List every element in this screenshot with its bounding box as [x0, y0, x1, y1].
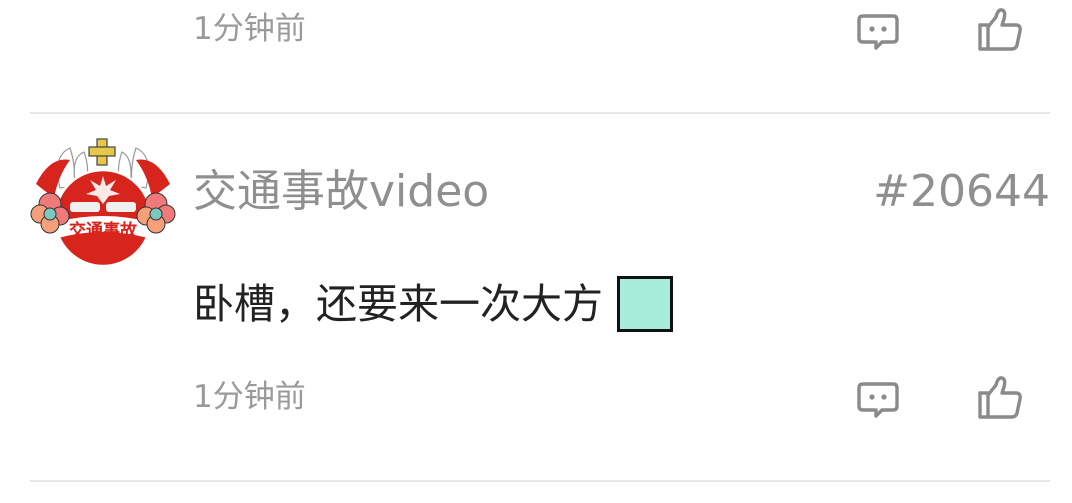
comment-time: 1分钟前	[193, 11, 306, 47]
reply-button[interactable]	[854, 375, 902, 423]
like-button[interactable]	[976, 5, 1024, 53]
comment-bubble-icon	[857, 14, 899, 50]
floor-number: #20644	[873, 166, 1050, 217]
divider	[30, 480, 1050, 482]
comment-username[interactable]: 交通事故video	[193, 170, 489, 214]
like-button[interactable]	[976, 373, 1024, 421]
comment-text: 卧槽，还要来一次大方	[193, 279, 603, 328]
thumbs-up-icon	[978, 8, 1022, 51]
avatar-logo-icon: 交通事故	[30, 138, 176, 268]
avatar[interactable]: 交通事故	[30, 136, 176, 268]
comment-content: 卧槽，还要来一次大方	[193, 276, 673, 332]
thumbs-up-icon	[978, 376, 1022, 419]
divider	[30, 112, 1050, 114]
comment-bubble-icon	[857, 382, 899, 418]
emoji-image	[617, 276, 673, 332]
svg-text:交通事故: 交通事故	[69, 220, 138, 241]
comment-time: 1分钟前	[193, 379, 306, 415]
reply-button[interactable]	[854, 7, 902, 55]
